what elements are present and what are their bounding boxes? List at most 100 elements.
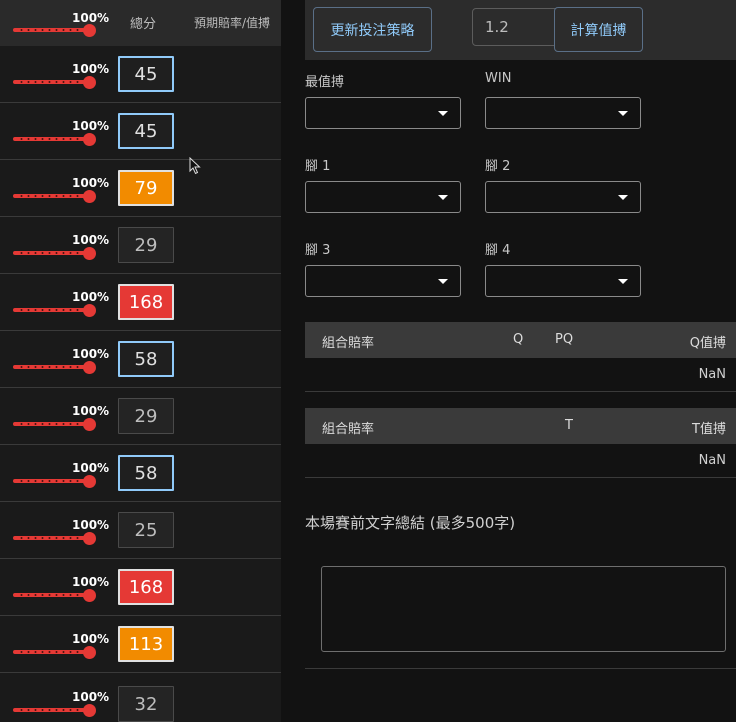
list-item: 100% 29 [0,217,281,274]
summary-title: 本場賽前文字總結 (最多500字) [305,514,516,532]
combo-odds-header: 組合賠率 [322,336,375,351]
weight-percent: 100% [72,404,110,418]
score-box: 45 [118,56,174,92]
win-select[interactable] [485,97,641,129]
combo-odds-header: 組合賠率 [322,422,375,437]
t-header: T [565,418,573,433]
multiplier-input[interactable] [472,8,561,46]
weight-slider-thumb[interactable] [83,589,96,602]
score-box: 32 [118,686,174,722]
mouse-cursor-icon [189,157,201,175]
score-box: 168 [118,284,174,320]
list-item: 100% 168 [0,274,281,331]
q-value-cell: NaN [698,367,726,382]
score-box: 29 [118,398,174,434]
list-item: 100% 168 [0,559,281,616]
best-value-label: 最值搏 [305,75,345,90]
table-row: NaN [305,444,736,478]
dropdown-caret-icon [618,195,628,200]
leg4-select[interactable] [485,265,641,297]
weight-slider-thumb[interactable] [83,532,96,545]
weight-slider-thumb[interactable] [83,304,96,317]
weight-slider-ticks [18,195,86,197]
best-value-select[interactable] [305,97,461,129]
weight-percent: 100% [72,62,110,76]
list-header: 100% 總分 預期賠率/值搏 [0,0,281,46]
weight-percent: 100% [72,518,110,532]
weight-slider-ticks [18,81,86,83]
q-table-header: 組合賠率 Q PQ Q值搏 [305,322,736,358]
weight-slider-thumb[interactable] [83,76,96,89]
score-box: 113 [118,626,174,662]
weight-percent: 100% [72,632,110,646]
weight-percent: 100% [72,176,110,190]
t-value-header: T值搏 [692,422,726,437]
weight-slider-ticks [18,594,86,596]
weight-slider-ticks [18,537,86,539]
weight-percent: 100% [72,461,110,475]
weight-slider-ticks [18,309,86,311]
weight-slider-thumb[interactable] [83,247,96,260]
score-box: 79 [118,170,174,206]
leg2-select[interactable] [485,181,641,213]
leg3-label: 腳 3 [305,243,331,258]
list-item: 100% 79 [0,160,281,217]
t-table-header: 組合賠率 T T值搏 [305,408,736,444]
weight-slider-ticks [18,252,86,254]
score-box: 168 [118,569,174,605]
list-item: 100% 45 [0,46,281,103]
dropdown-caret-icon [618,279,628,284]
weight-percent: 100% [72,575,110,589]
weight-slider-ticks [18,138,86,140]
leg1-select[interactable] [305,181,461,213]
weight-slider-ticks [18,709,86,711]
weight-slider-thumb[interactable] [83,475,96,488]
score-box: 29 [118,227,174,263]
dropdown-caret-icon [438,279,448,284]
header-percent: 100% [72,11,110,25]
horse-list-panel: 100% 總分 預期賠率/值搏 100% 45 100% 45 100% 79 … [0,0,281,722]
calculate-value-button[interactable]: 計算值搏 [554,7,643,52]
table-row: NaN [305,358,736,392]
weight-slider-thumb[interactable] [83,646,96,659]
header-slider-ticks [18,29,86,31]
weight-slider-thumb[interactable] [83,704,96,717]
weight-slider-thumb[interactable] [83,133,96,146]
list-item: 100% 58 [0,331,281,388]
weight-percent: 100% [72,233,110,247]
q-header: Q [513,332,524,347]
list-item: 100% 113 [0,616,281,673]
leg2-label: 腳 2 [485,159,511,174]
update-strategy-button[interactable]: 更新投注策略 [313,7,432,52]
weight-slider-thumb[interactable] [83,190,96,203]
score-box: 58 [118,341,174,377]
list-item: 100% 45 [0,103,281,160]
weight-slider-ticks [18,423,86,425]
odds-column-header: 預期賠率/值搏 [194,16,271,30]
list-item: 100% 25 [0,502,281,559]
dropdown-caret-icon [618,111,628,116]
weight-percent: 100% [72,290,110,304]
weight-slider-ticks [18,651,86,653]
toolbar: 更新投注策略 計算值搏 [305,0,736,60]
weight-slider-thumb[interactable] [83,361,96,374]
score-box: 45 [118,113,174,149]
dropdown-caret-icon [438,111,448,116]
weight-slider-ticks [18,480,86,482]
weight-slider-thumb[interactable] [83,418,96,431]
win-label: WIN [485,71,512,86]
leg1-label: 腳 1 [305,159,331,174]
score-column-header: 總分 [130,17,157,32]
weight-percent: 100% [72,347,110,361]
list-item: 100% 32 [0,673,281,722]
t-value-cell: NaN [698,453,726,468]
header-slider-thumb[interactable] [83,24,96,37]
score-box: 25 [118,512,174,548]
leg3-select[interactable] [305,265,461,297]
divider [305,668,736,669]
list-item: 100% 58 [0,445,281,502]
pq-header: PQ [555,332,574,347]
dropdown-caret-icon [438,195,448,200]
summary-textarea[interactable] [321,566,726,652]
strategy-panel: 更新投注策略 計算值搏 最值搏 WIN 腳 1 腳 2 腳 3 腳 4 組合賠率… [281,0,736,722]
